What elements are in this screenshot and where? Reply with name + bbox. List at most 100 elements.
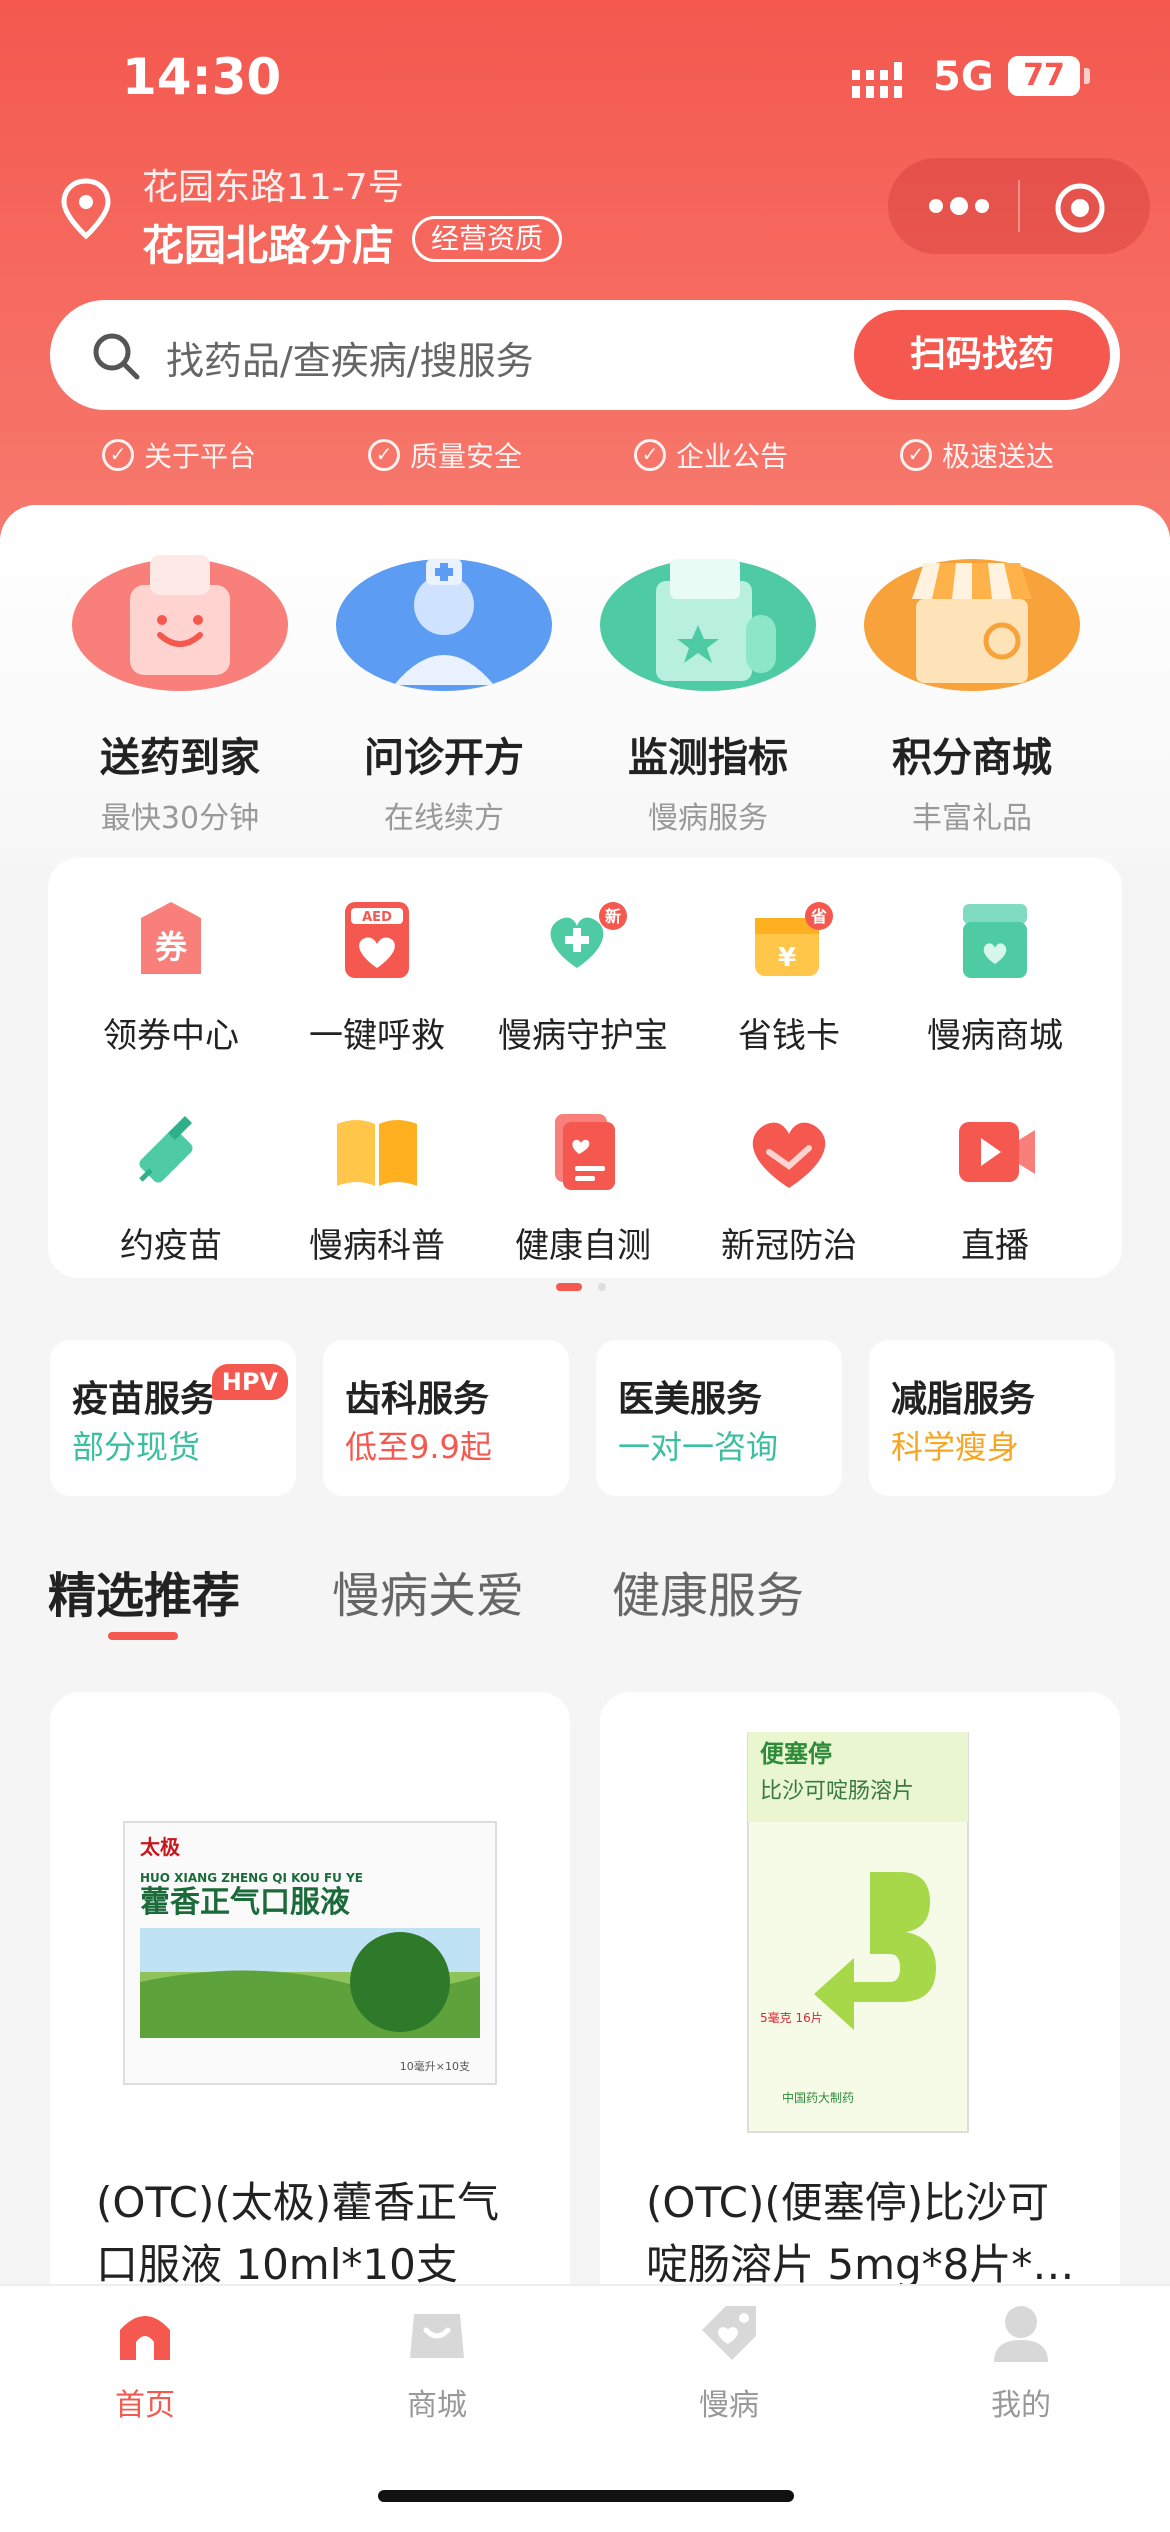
service-subtitle: 低至9.9起	[345, 1428, 492, 1466]
monitor-bag-icon	[600, 559, 816, 691]
grid-item-vaccine[interactable]: 约疫苗	[68, 1108, 274, 1267]
product-name: (OTC)(太极)藿香正气口服液 10ml*10支	[96, 2178, 500, 2289]
grid-item-label: 慢病守护宝	[498, 1016, 668, 1056]
trust-badges: ✓ 关于平台 ✓ 质量安全 ✓ 企业公告 ✓ 极速送达	[0, 432, 1170, 482]
grid-item-covid[interactable]: 新冠防治	[686, 1108, 892, 1267]
box-brand: 太极	[140, 1835, 181, 1859]
hpv-tag: HPV	[211, 1364, 288, 1400]
grid-item-aed[interactable]: AED 一键呼救	[274, 898, 480, 1057]
grid-item-label: 慢病商城	[927, 1016, 1063, 1056]
coupon-icon: 券	[141, 902, 201, 974]
check-circle-icon: ✓	[900, 439, 932, 471]
delivery-box-icon	[72, 555, 288, 691]
grid-item-label: 领券中心	[103, 1016, 239, 1056]
grid-item-label: 健康自测	[515, 1226, 651, 1266]
tab-label: 我的	[991, 2388, 1051, 2423]
grid-item-self-test[interactable]: 健康自测	[480, 1108, 686, 1267]
book-icon	[337, 1120, 417, 1186]
service-card-fat-loss[interactable]: 减脂服务 科学瘦身	[869, 1340, 1115, 1496]
badge-quality[interactable]: ✓ 质量安全	[368, 432, 522, 482]
store-address[interactable]: 花园东路11-7号	[142, 158, 404, 210]
feature-title: 问诊开方	[364, 735, 524, 781]
grid-item-label: 一键呼救	[309, 1016, 445, 1056]
location-pin-icon[interactable]	[60, 178, 112, 240]
syringe-icon	[139, 1115, 193, 1183]
scan-button[interactable]: 扫码找药	[854, 310, 1110, 400]
tab-label: 首页	[115, 2388, 175, 2423]
tab-underline	[108, 1632, 178, 1640]
store-icon	[864, 559, 1080, 691]
box-spec: 5毫克 16片	[760, 2010, 823, 2025]
feature-subtitle: 丰富礼品	[912, 801, 1032, 836]
test-doc-icon	[555, 1114, 615, 1190]
product-name: (OTC)(便塞停)比沙可啶肠溶片 5mg*8片*2板	[646, 2178, 1060, 2289]
service-title: 减脂服务	[891, 1379, 1036, 1420]
license-badge[interactable]: 经营资质	[412, 216, 563, 262]
close-target-icon[interactable]	[1052, 180, 1108, 236]
badge-fast[interactable]: ✓ 极速送达	[900, 432, 1054, 482]
home-icon	[120, 2316, 170, 2360]
service-card-vaccine[interactable]: 疫苗服务 部分现货 HPV	[50, 1340, 296, 1496]
grid-item-live[interactable]: 直播	[892, 1108, 1098, 1267]
badge-notice[interactable]: ✓ 企业公告	[634, 432, 788, 482]
service-card-aesthetic[interactable]: 医美服务 一对一咨询	[596, 1340, 842, 1496]
heart-plus-icon: 新	[550, 902, 627, 968]
grid-item-coupon[interactable]: 券 领券中心	[68, 898, 274, 1057]
feature-title: 送药到家	[100, 735, 260, 781]
signal-icon	[852, 62, 902, 98]
service-card-dental[interactable]: 齿科服务 低至9.9起	[323, 1340, 569, 1496]
badge-about[interactable]: ✓ 关于平台	[102, 432, 256, 482]
save-badge: 省	[810, 907, 827, 926]
doctor-icon	[336, 559, 552, 691]
service-subtitle: 部分现货	[72, 1428, 201, 1466]
box-title: 藿香正气口服液	[140, 1885, 350, 1920]
tab-chronic-care[interactable]: 慢病关爱	[332, 1556, 524, 1626]
tab-label: 慢病	[699, 2388, 759, 2423]
service-title: 疫苗服务	[72, 1379, 217, 1420]
feature-monitor[interactable]: 监测指标 慢病服务	[578, 545, 838, 837]
tab-featured[interactable]: 精选推荐	[48, 1556, 240, 1626]
grid-item-label: 新冠防治	[721, 1226, 857, 1266]
grid-item-science[interactable]: 慢病科普	[274, 1108, 480, 1267]
profile-icon	[994, 2306, 1048, 2362]
tabbar-home[interactable]: 首页	[65, 2300, 225, 2424]
grid-item-chronic-guard[interactable]: 新 慢病守护宝	[480, 898, 686, 1057]
search-bar[interactable]: 找药品/查疾病/搜服务 扫码找药	[50, 300, 1120, 410]
tabbar-profile[interactable]: 我的	[941, 2300, 1101, 2424]
grid-item-label: 慢病科普	[309, 1226, 445, 1266]
search-icon	[93, 333, 140, 380]
box-spec: 10毫升×10支	[400, 2059, 470, 2073]
tab-health-services[interactable]: 健康服务	[612, 1556, 804, 1626]
feature-consult[interactable]: 问诊开方 在线续方	[314, 545, 574, 837]
svg-text:券: 券	[155, 928, 188, 966]
service-title: 齿科服务	[345, 1379, 490, 1420]
tabbar-mall[interactable]: 商城	[357, 2300, 517, 2424]
feature-delivery[interactable]: 送药到家 最快30分钟	[50, 545, 310, 837]
tab-label: 商城	[407, 2388, 467, 2423]
box-maker: 中国药大制药	[782, 2090, 854, 2105]
svg-text:¥: ¥	[778, 943, 796, 973]
check-circle-icon: ✓	[634, 439, 666, 471]
shop-icon	[963, 904, 1027, 978]
search-placeholder[interactable]: 找药品/查疾病/搜服务	[166, 330, 534, 385]
video-icon	[959, 1122, 1035, 1182]
store-name[interactable]: 花园北路分店	[142, 212, 394, 273]
feature-title: 监测指标	[628, 735, 788, 781]
grid-item-savings-card[interactable]: ¥ 省 省钱卡	[686, 898, 892, 1057]
quick-entry-grid: 券 领券中心 AED 一键呼救 新 慢病守护宝 ¥ 省 省钱卡 慢病商城 约疫苗…	[48, 858, 1122, 1278]
feature-points-mall[interactable]: 积分商城 丰富礼品	[842, 545, 1102, 837]
grid-item-label: 直播	[961, 1226, 1029, 1266]
miniprogram-capsule	[888, 158, 1150, 254]
capsule-divider	[1018, 180, 1020, 232]
home-indicator	[378, 2490, 794, 2502]
feature-subtitle: 最快30分钟	[100, 801, 260, 836]
page-dot-active	[556, 1283, 582, 1291]
status-bar: 14:30 5G 77	[0, 0, 1170, 150]
grid-item-label: 约疫苗	[120, 1226, 222, 1266]
tabbar-chronic[interactable]: 慢病	[649, 2300, 809, 2424]
grid-item-chronic-mall[interactable]: 慢病商城	[892, 898, 1098, 1057]
more-icon[interactable]	[924, 188, 994, 224]
page-dot	[598, 1283, 606, 1291]
service-title: 医美服务	[618, 1379, 763, 1420]
heart-hands-icon	[752, 1122, 826, 1188]
